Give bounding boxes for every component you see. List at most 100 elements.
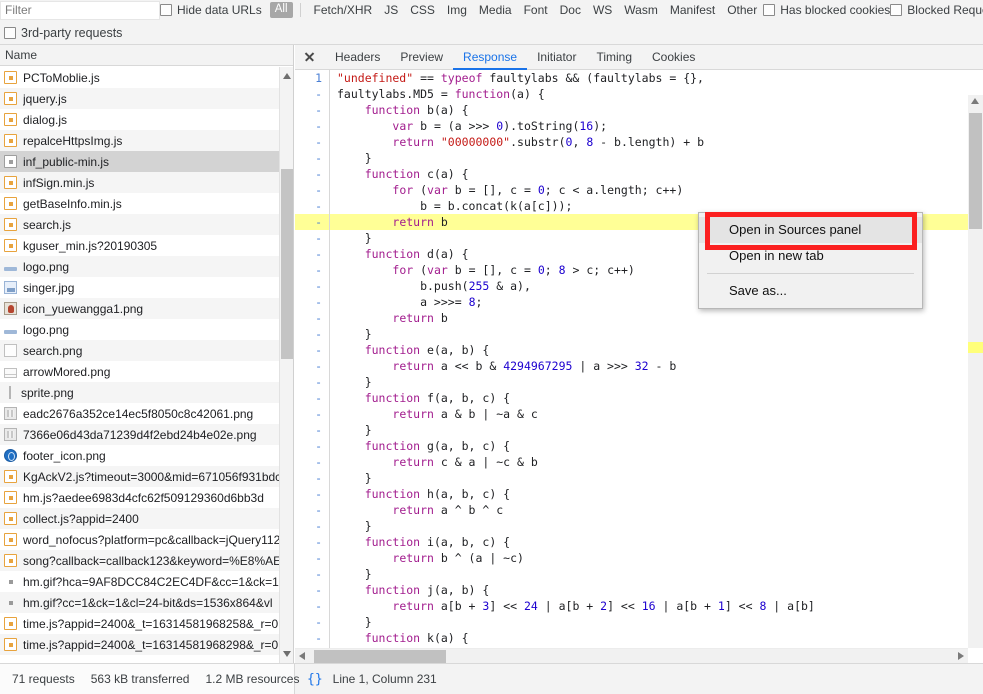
- request-row[interactable]: logo.png: [0, 256, 293, 277]
- code-text: return a << b & 4294967295 | a >>> 32 - …: [392, 359, 677, 373]
- request-row[interactable]: icon_yuewangga1.png: [0, 298, 293, 319]
- request-row[interactable]: time.js?appid=2400&_t=16314581968298&_r=…: [0, 634, 293, 655]
- scrollbar-thumb[interactable]: [969, 113, 982, 229]
- request-row[interactable]: arrowMored.png: [0, 361, 293, 382]
- status-bar: 71 requests 563 kB transferred 1.2 MB re…: [0, 663, 983, 694]
- tab-response[interactable]: Response: [453, 45, 527, 70]
- filter-type-css[interactable]: CSS: [410, 3, 435, 17]
- filter-type-ws[interactable]: WS: [593, 3, 612, 17]
- line-number: -: [315, 103, 322, 117]
- code-vertical-scrollbar[interactable]: [968, 95, 983, 648]
- filter-type-img[interactable]: Img: [447, 3, 467, 17]
- code-text: function f(a, b, c) {: [364, 391, 511, 405]
- code-text: }: [337, 327, 372, 341]
- close-icon[interactable]: [301, 48, 319, 66]
- tab-initiator[interactable]: Initiator: [527, 45, 586, 70]
- request-row[interactable]: search.png: [0, 340, 293, 361]
- request-row[interactable]: hm.gif?hca=9AF8DCC84C2EC4DF&cc=1&ck=1&: [0, 571, 293, 592]
- request-row[interactable]: PCToMoblie.js: [0, 67, 293, 88]
- request-row[interactable]: footer_icon.png: [0, 445, 293, 466]
- blocked-requests-checkbox[interactable]: Blocked Requests: [890, 3, 983, 17]
- filter-type-media[interactable]: Media: [479, 3, 512, 17]
- request-name: search.js: [23, 217, 72, 232]
- scroll-up-icon[interactable]: [971, 98, 979, 104]
- request-row[interactable]: hm.gif?cc=1&ck=1&cl=24-bit&ds=1536x864&v…: [0, 592, 293, 613]
- checkbox-icon[interactable]: [160, 4, 172, 16]
- request-list-scrollbar[interactable]: [279, 67, 293, 663]
- request-row[interactable]: logo.png: [0, 319, 293, 340]
- pretty-print-icon[interactable]: {}: [307, 672, 323, 687]
- tab-timing[interactable]: Timing: [586, 45, 642, 70]
- image-thumb-icon: [4, 281, 17, 294]
- request-row[interactable]: infSign.min.js: [0, 172, 293, 193]
- gutter-divider: [329, 630, 330, 646]
- menu-item-save-as[interactable]: Save as...: [699, 278, 922, 304]
- request-row[interactable]: hm.js?aedee6983d4cfc62f509129360d6bb3d: [0, 487, 293, 508]
- tab-headers[interactable]: Headers: [325, 45, 390, 70]
- request-row[interactable]: inf_public-min.js: [0, 151, 293, 172]
- scrollbar-thumb[interactable]: [314, 650, 446, 663]
- request-row[interactable]: kguser_min.js?20190305: [0, 235, 293, 256]
- code-text: "undefined" == typeof faultylabs && (fau…: [337, 71, 704, 85]
- gutter-divider: [329, 550, 330, 566]
- request-row[interactable]: repalceHttpsImg.js: [0, 130, 293, 151]
- filter-type-doc[interactable]: Doc: [560, 3, 581, 17]
- third-party-requests-checkbox[interactable]: 3rd-party requests: [4, 26, 122, 40]
- request-row[interactable]: KgAckV2.js?timeout=3000&mid=671056f931bd…: [0, 466, 293, 487]
- request-row[interactable]: time.js?appid=2400&_t=16314581968258&_r=…: [0, 613, 293, 634]
- scroll-left-icon[interactable]: [299, 652, 305, 660]
- filter-type-all[interactable]: All: [269, 2, 293, 18]
- tab-cookies[interactable]: Cookies: [642, 45, 705, 70]
- request-row[interactable]: singer.jpg: [0, 277, 293, 298]
- gutter-divider: [329, 86, 330, 102]
- code-line: - return b ^ (a | ~c): [295, 550, 968, 566]
- request-rows[interactable]: PCToMoblie.js jquery.js dialog.js repalceHt…: [0, 67, 293, 663]
- line-number: 1: [315, 71, 322, 85]
- menu-item-open-in-sources-panel[interactable]: Open in Sources panel: [699, 217, 922, 243]
- request-row[interactable]: eadc2676a352ce14ec5f8050c8c42061.png: [0, 403, 293, 424]
- request-row[interactable]: dialog.js: [0, 109, 293, 130]
- context-menu[interactable]: Open in Sources panel Open in new tab Save…: [698, 212, 923, 309]
- gutter-divider: [329, 326, 330, 342]
- request-row[interactable]: sprite.png: [0, 382, 293, 403]
- filter-type-fetch-xhr[interactable]: Fetch/XHR: [314, 3, 373, 17]
- filter-type-other[interactable]: Other: [727, 3, 757, 17]
- response-code[interactable]: 1 "undefined" == typeof faultylabs && (fa…: [295, 70, 968, 648]
- scroll-down-icon[interactable]: [283, 651, 291, 657]
- checkbox-icon[interactable]: [763, 4, 776, 16]
- scroll-right-icon[interactable]: [958, 652, 964, 660]
- request-row[interactable]: search.js: [0, 214, 293, 235]
- request-row[interactable]: getBaseInfo.min.js: [0, 193, 293, 214]
- gutter-divider: [329, 358, 330, 374]
- request-row[interactable]: word_nofocus?platform=pc&callback=jQuery…: [0, 529, 293, 550]
- request-row[interactable]: song?callback=callback123&keyword=%E8%AE…: [0, 550, 293, 571]
- scrollbar-thumb[interactable]: [281, 169, 293, 359]
- filter-type-manifest[interactable]: Manifest: [670, 3, 715, 17]
- request-row[interactable]: collect.js?appid=2400: [0, 508, 293, 529]
- hide-data-urls-checkbox[interactable]: Hide data URLs: [160, 3, 262, 17]
- filter-type-font[interactable]: Font: [524, 3, 548, 17]
- line-number: -: [315, 311, 322, 325]
- line-number: -: [315, 615, 322, 629]
- filter-type-wasm[interactable]: Wasm: [624, 3, 658, 17]
- checkbox-icon[interactable]: [890, 4, 903, 16]
- gutter-divider: [329, 566, 330, 582]
- code-text: for (var b = [], c = 0; c < a.length; c+…: [392, 183, 684, 197]
- line-number: -: [315, 359, 322, 373]
- request-list-header: Name: [0, 45, 293, 66]
- filter-input[interactable]: [0, 0, 160, 20]
- request-row[interactable]: jquery.js: [0, 88, 293, 109]
- response-body-viewer[interactable]: 1 "undefined" == typeof faultylabs && (fa…: [295, 70, 983, 663]
- code-horizontal-scrollbar[interactable]: [295, 648, 968, 663]
- menu-item-open-in-new-tab[interactable]: Open in new tab: [699, 243, 922, 269]
- filter-type-js[interactable]: JS: [384, 3, 398, 17]
- has-blocked-cookies-checkbox[interactable]: Has blocked cookies: [763, 3, 890, 17]
- gutter-divider: [329, 454, 330, 470]
- checkbox-icon[interactable]: [4, 26, 16, 39]
- code-text: function b(a) {: [364, 103, 469, 117]
- code-line: - }: [295, 518, 968, 534]
- request-row[interactable]: 7366e06d43da71239d4f2ebd24b4e02e.png: [0, 424, 293, 445]
- scroll-up-icon[interactable]: [283, 73, 291, 79]
- request-detail-pane: Headers Preview Response Initiator Timing Coo…: [295, 45, 983, 663]
- tab-preview[interactable]: Preview: [390, 45, 453, 70]
